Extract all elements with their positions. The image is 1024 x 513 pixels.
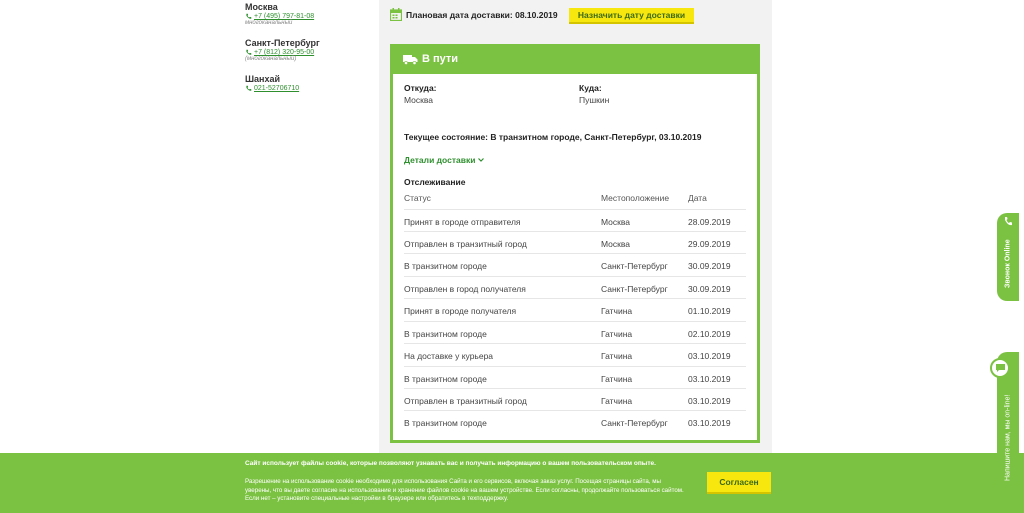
tracking-table-header: Статус Местоположение Дата [404,193,746,207]
column-status: Статус [404,193,431,203]
from-label: Откуда: [404,83,437,93]
current-state: Текущее состояние: В транзитном городе, … [404,132,702,142]
phone-note: (многоканальный) [245,56,297,62]
column-date: Дата [688,193,707,203]
from-value: Москва [404,95,434,105]
table-row: Принят в городе получателя Гатчина 01.10.2… [404,298,746,320]
phone-icon [246,13,252,19]
contacts-column: Москва +7 (495) 797-81-08 многоканальный… [245,2,365,92]
calendar-icon [390,8,402,21]
phone-link[interactable]: 021-52706710 [245,85,365,92]
assign-date-button[interactable]: Назначить дату доставки [569,8,694,24]
table-row: В транзитном городе Гатчина 02.10.2019 [404,321,746,343]
city-name: Санкт-Петербург [245,38,320,48]
planned-date-text: Плановая дата доставки: 08.10.2019 [406,9,558,20]
cookie-headline: Сайт использует файлы cookie, которые по… [245,460,656,467]
phone-icon [246,49,252,55]
cookie-text: Разрешение на использование cookie необх… [245,478,684,502]
table-row: Принят в городе отправителя Москва 28.09.2… [404,209,746,231]
table-row: Отправлен в транзитный город Москва 29.09.… [404,231,746,253]
table-row: Отправлен в транзитный город Гатчина 03.10… [404,388,746,410]
contact-moscow: Москва +7 (495) 797-81-08 многоканальный [245,2,365,26]
table-row: В транзитном городе Гатчина 03.10.2019 [404,366,746,388]
chat-bubble-icon [995,364,1005,372]
delivery-details-link[interactable]: Детали доставки [404,155,485,165]
phone-link[interactable]: +7 (495) 797-81-08 [245,13,365,20]
truck-icon [403,54,418,65]
table-row: В транзитном городе Санкт-Петербург 03.10.… [404,410,746,432]
contact-spb: Санкт-Петербург +7 (812) 320-95-00 (мног… [245,38,365,62]
card-title: В пути [422,53,459,65]
chat-icon[interactable] [990,358,1010,378]
planned-delivery: Плановая дата доставки: 08.10.2019 [390,8,558,21]
city-name: Шанхай [245,74,281,84]
contact-shanghai: Шанхай 021-52706710 [245,74,365,92]
column-location: Местоположение [601,193,670,203]
phone-note: многоканальный [245,20,293,26]
phone-link[interactable]: +7 (812) 320-95-00 [245,49,365,56]
table-row: Отправлен в город получателя Санкт-Петерб… [404,276,746,298]
card-header: В пути [390,44,760,74]
online-call-label: Звонок Online [1004,239,1012,289]
table-row: В транзитном городе Санкт-Петербург 30.09.… [404,253,746,275]
to-label: Куда: [579,83,602,93]
tracking-title: Отслеживание [404,177,466,187]
to-value: Пушкин [579,95,610,105]
table-row: На доставке у курьера Гатчина 03.10.2019 [404,343,746,365]
phone-icon [1005,217,1012,226]
chat-label: Напишите нам, мы on-line! [1004,394,1012,481]
chevron-down-icon [478,158,485,162]
phone-icon [246,85,252,91]
cookie-agree-button[interactable]: Согласен [707,472,771,494]
city-name: Москва [245,2,278,12]
